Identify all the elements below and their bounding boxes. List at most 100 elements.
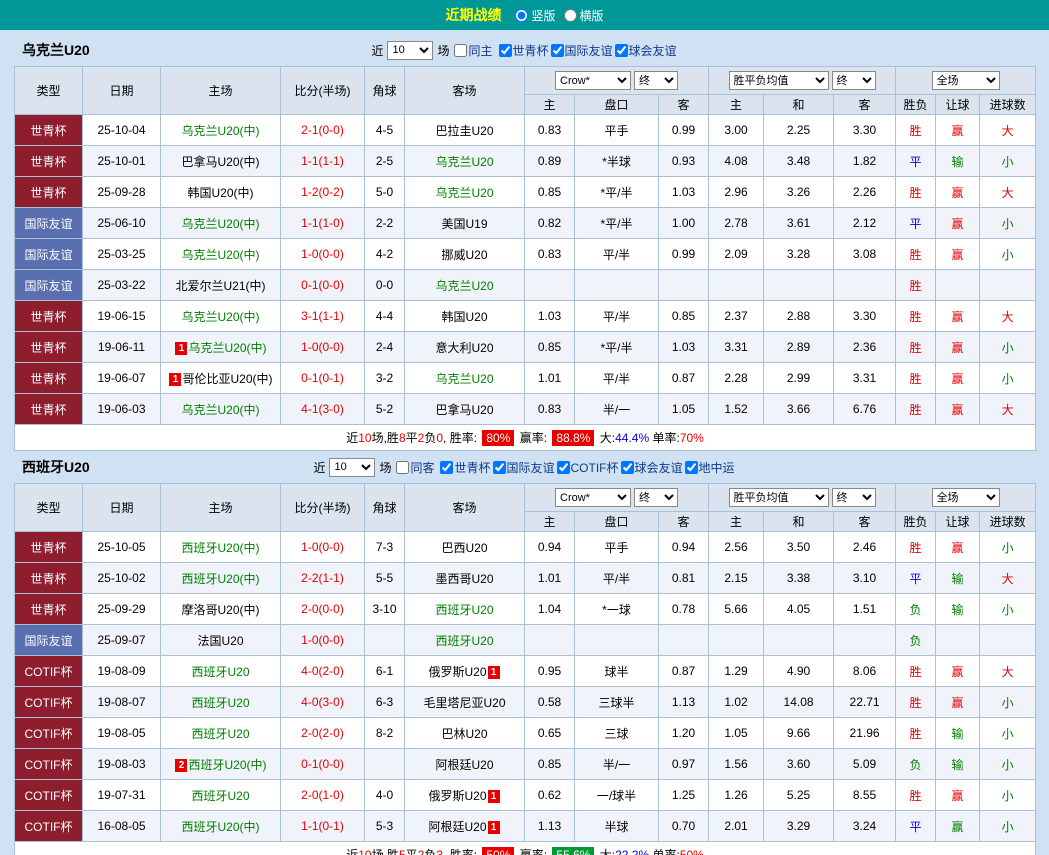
odds-state-select[interactable]: 终 [634, 488, 678, 507]
away-team-cell: 巴拉圭U20 [405, 115, 525, 146]
team-name: 乌克兰U20 [22, 40, 90, 60]
col-type: 类型 [15, 67, 83, 115]
match-row: 世青杯19-06-071哥伦比亚U20(中)0-1(0-1)3-2乌克兰U201… [15, 363, 1036, 394]
layout-option-vertical[interactable]: 竖版 [515, 7, 555, 24]
team-label: 西班牙U20(中) [181, 541, 259, 555]
matches-body: 世青杯25-10-04乌克兰U20(中)2-1(0-0)4-5巴拉圭U200.8… [15, 115, 1036, 425]
corner-cell [365, 749, 405, 780]
let-result-cell: 赢 [936, 656, 980, 687]
home-team-cell: 1乌克兰U20(中) [161, 332, 281, 363]
competition-checkbox[interactable] [493, 461, 506, 474]
same-venue-filter[interactable]: 同客 [396, 459, 434, 476]
competition-filter-label: 球会友谊 [635, 459, 683, 476]
let-result-cell: 输 [936, 563, 980, 594]
scope-select[interactable]: 全场 [932, 71, 1000, 90]
score-cell: 1-0(0-0) [281, 239, 365, 270]
goals-result-cell: 小 [980, 687, 1036, 718]
odds-home-cell: 0.85 [525, 332, 575, 363]
team-name: 西班牙U20 [22, 457, 90, 477]
score-cell: 1-2(0-2) [281, 177, 365, 208]
competition-cell: 国际友谊 [15, 625, 83, 656]
same-venue-filter[interactable]: 同主 [454, 42, 492, 59]
scope-select[interactable]: 全场 [932, 488, 1000, 507]
competition-filter[interactable]: 世青杯 [499, 42, 549, 59]
competition-checkbox[interactable] [615, 44, 628, 57]
odds-state-select[interactable]: 终 [634, 71, 678, 90]
competition-checkbox[interactable] [621, 461, 634, 474]
match-row: 世青杯25-10-05西班牙U20(中)1-0(0-0)7-3巴西U200.94… [15, 532, 1036, 563]
team-label: 西班牙U20 [435, 634, 493, 648]
euro-odds-select[interactable]: 胜平负均值 [729, 71, 829, 90]
col-away: 客场 [405, 67, 525, 115]
home-team-cell: 韩国U20(中) [161, 177, 281, 208]
euro-home-cell [709, 270, 764, 301]
match-row: 世青杯25-09-29摩洛哥U20(中)2-0(0-0)3-10西班牙U201.… [15, 594, 1036, 625]
col-euro-home: 主 [709, 512, 764, 532]
corner-cell [365, 625, 405, 656]
col-euro-away: 客 [834, 95, 896, 115]
red-card-badge: 2 [175, 759, 187, 772]
team-label: 法国U20 [197, 634, 243, 648]
layout-option-horizontal[interactable]: 横版 [564, 7, 604, 24]
summary-segment: 5 [399, 848, 406, 855]
competition-cell: 世青杯 [15, 301, 83, 332]
result-cell: 平 [896, 208, 936, 239]
result-cell: 负 [896, 749, 936, 780]
team-label: 阿根廷U20 [428, 820, 486, 834]
euro-home-cell: 2.28 [709, 363, 764, 394]
competition-checkbox[interactable] [440, 461, 453, 474]
euro-home-cell: 2.96 [709, 177, 764, 208]
odds-company-select[interactable]: Crow* [555, 71, 631, 90]
euro-away-cell: 2.26 [834, 177, 896, 208]
competition-filter[interactable]: 地中运 [685, 459, 735, 476]
competition-filter[interactable]: 球会友谊 [615, 42, 677, 59]
competition-checkbox[interactable] [685, 461, 698, 474]
layout-radio-horizontal[interactable] [564, 9, 577, 22]
euro-state-select[interactable]: 终 [832, 488, 876, 507]
home-team-cell: 西班牙U20(中) [161, 563, 281, 594]
date-cell: 16-08-05 [83, 811, 161, 842]
competition-checkbox[interactable] [551, 44, 564, 57]
same-venue-label: 同主 [468, 42, 492, 59]
competition-filter-label: 世青杯 [454, 459, 490, 476]
same-venue-checkbox[interactable] [396, 461, 409, 474]
goals-result-cell: 大 [980, 563, 1036, 594]
odds-company-select[interactable]: Crow* [555, 488, 631, 507]
team-label: 乌克兰U20 [435, 372, 493, 386]
odds-home-cell: 0.94 [525, 532, 575, 563]
date-cell: 25-09-29 [83, 594, 161, 625]
euro-draw-cell: 14.08 [764, 687, 834, 718]
result-cell: 胜 [896, 780, 936, 811]
handicap-cell [575, 625, 659, 656]
red-card-badge: 1 [488, 666, 500, 679]
competition-checkbox[interactable] [557, 461, 570, 474]
score-cell: 0-1(0-1) [281, 363, 365, 394]
competition-filter[interactable]: 世青杯 [440, 459, 490, 476]
competition-filter[interactable]: 国际友谊 [493, 459, 555, 476]
home-team-cell: 乌克兰U20(中) [161, 301, 281, 332]
euro-state-select[interactable]: 终 [832, 71, 876, 90]
same-venue-checkbox[interactable] [454, 44, 467, 57]
euro-odds-select[interactable]: 胜平负均值 [729, 488, 829, 507]
match-count-select[interactable]: 10 [329, 458, 375, 477]
competition-cell: 世青杯 [15, 563, 83, 594]
euro-away-cell: 8.55 [834, 780, 896, 811]
col-euro-home: 主 [709, 95, 764, 115]
competition-filter[interactable]: COTIF杯 [557, 459, 619, 476]
team-label: 乌克兰U20(中) [181, 248, 259, 262]
match-count-select[interactable]: 10 [387, 41, 433, 60]
handicap-cell: *平/半 [575, 177, 659, 208]
home-team-cell: 2西班牙U20(中) [161, 749, 281, 780]
odds-home-cell: 0.65 [525, 718, 575, 749]
competition-cell: 国际友谊 [15, 270, 83, 301]
summary-segment: 场,胜 [372, 848, 399, 855]
home-team-cell: 1哥伦比亚U20(中) [161, 363, 281, 394]
match-row: COTIF杯19-08-09西班牙U204-0(2-0)6-1俄罗斯U2010.… [15, 656, 1036, 687]
competition-checkbox[interactable] [499, 44, 512, 57]
score-cell: 1-0(0-0) [281, 332, 365, 363]
competition-filter[interactable]: 国际友谊 [551, 42, 613, 59]
layout-radio-vertical[interactable] [515, 9, 528, 22]
result-cell: 胜 [896, 270, 936, 301]
odds-home-cell: 1.01 [525, 563, 575, 594]
competition-filter[interactable]: 球会友谊 [621, 459, 683, 476]
